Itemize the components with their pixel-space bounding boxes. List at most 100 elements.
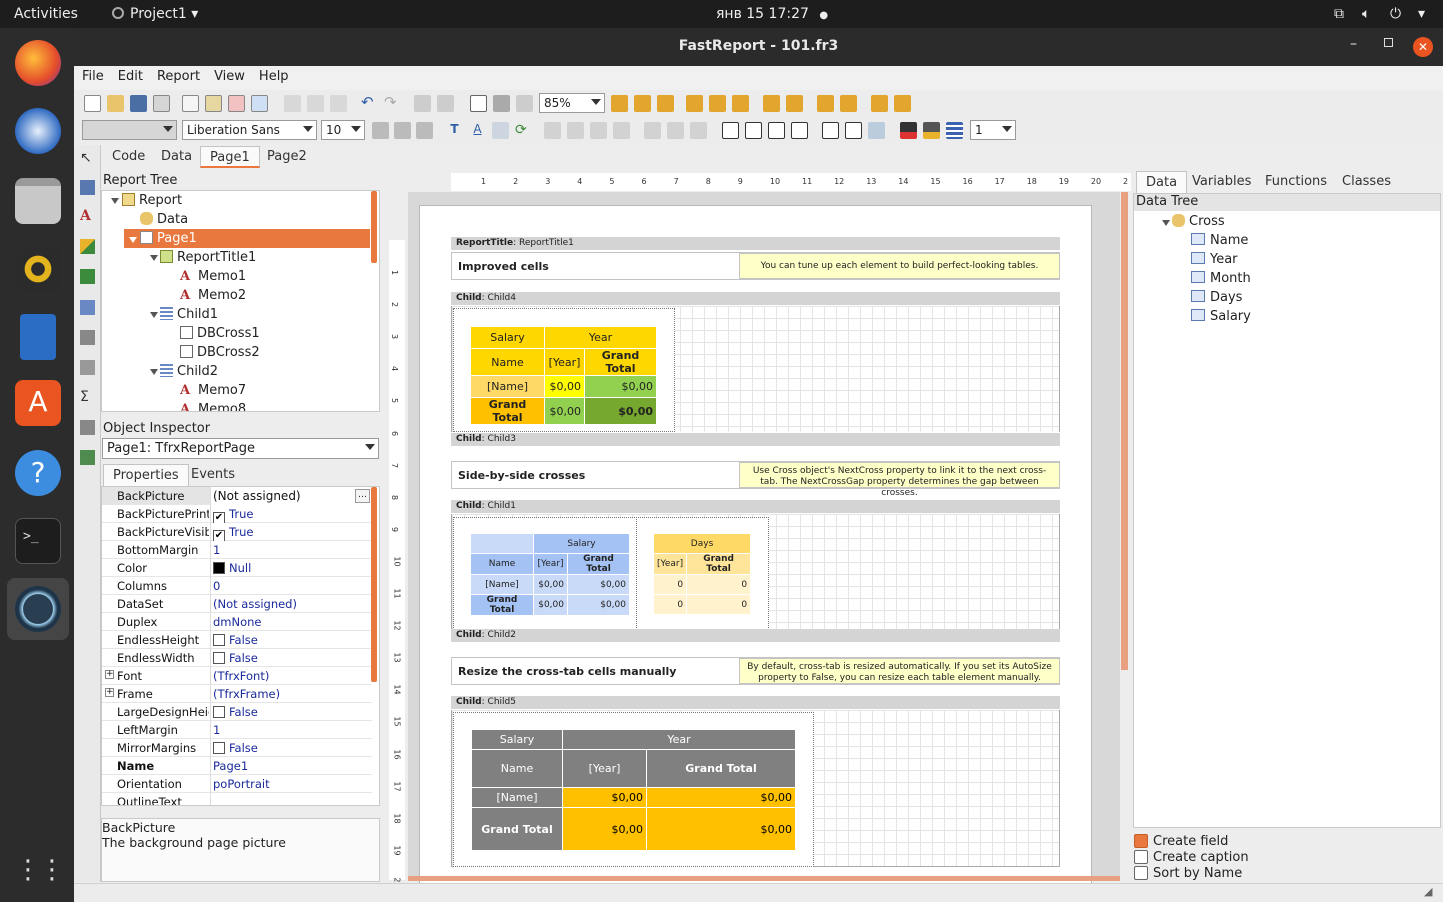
design-vscrollbar[interactable]: [1121, 192, 1128, 670]
cell[interactable]: Salary: [533, 533, 630, 554]
group-icon[interactable]: [414, 95, 431, 112]
text-align-center-icon[interactable]: [567, 122, 584, 139]
align-middle-icon[interactable]: [709, 95, 726, 112]
cell[interactable]: [Year]: [652, 553, 688, 575]
cell[interactable]: Salary: [470, 326, 545, 349]
tree-node-reporttitle1[interactable]: ReportTitle1: [160, 248, 256, 267]
frame-none-icon[interactable]: [845, 122, 862, 139]
new-dialog-icon[interactable]: [205, 95, 222, 112]
text-align-right-icon[interactable]: [590, 122, 607, 139]
text-bottom-icon[interactable]: [690, 122, 707, 139]
expand-icon[interactable]: [150, 255, 158, 261]
rhythmbox-icon[interactable]: [15, 246, 61, 292]
align-bottom-icon[interactable]: [732, 95, 749, 112]
object-select[interactable]: Page1: TfrxReportPage: [102, 438, 379, 459]
minimize-icon[interactable]: –: [1350, 36, 1357, 52]
cell[interactable]: [470, 533, 534, 554]
prop-row[interactable]: BackPictureVisible ✔ True: [102, 523, 372, 541]
terminal-icon[interactable]: >_: [15, 518, 61, 564]
cell[interactable]: [Year]: [562, 749, 647, 788]
prop-value[interactable]: (TfrxFrame): [210, 685, 372, 703]
cut-icon[interactable]: [284, 95, 301, 112]
copy-icon[interactable]: [307, 95, 324, 112]
expand-icon[interactable]: [150, 312, 158, 318]
checkbox-unchecked-icon[interactable]: [1134, 866, 1148, 880]
new-icon[interactable]: [84, 95, 101, 112]
cell[interactable]: [Name]: [470, 574, 534, 595]
highlight-icon[interactable]: [492, 122, 509, 139]
crosstab-icon[interactable]: [80, 360, 95, 375]
fill-color-icon[interactable]: [900, 122, 917, 139]
field-item[interactable]: Days: [1191, 290, 1242, 305]
prop-value[interactable]: (Not assigned): [210, 595, 372, 613]
align-left-icon[interactable]: [611, 95, 628, 112]
cell[interactable]: Year: [544, 326, 657, 349]
checkbox-checked-icon[interactable]: ✔: [213, 512, 225, 523]
checkbox-object-icon[interactable]: [80, 269, 95, 284]
dataset-cross[interactable]: Cross: [1172, 214, 1225, 229]
cell[interactable]: Grand Total: [470, 397, 545, 425]
tab-events[interactable]: Events: [182, 464, 244, 486]
prop-row[interactable]: BackPicturePrintable ✔ True: [102, 505, 372, 523]
cell[interactable]: $0,00: [544, 397, 585, 425]
cell[interactable]: $0,00: [567, 574, 630, 595]
help-icon[interactable]: ?: [15, 450, 61, 496]
section-title[interactable]: Side-by-side crosses: [458, 469, 585, 482]
expand-plus-icon[interactable]: +: [105, 688, 114, 697]
shape-icon[interactable]: [80, 239, 95, 254]
cell[interactable]: 0: [652, 574, 688, 595]
tree-node-child1[interactable]: Child1: [160, 305, 218, 324]
expand-plus-icon[interactable]: +: [105, 670, 114, 679]
writer-icon[interactable]: [20, 314, 56, 360]
bold-icon[interactable]: [372, 122, 389, 139]
cell[interactable]: [Name]: [470, 375, 545, 398]
subreport-icon[interactable]: [80, 330, 95, 345]
cell[interactable]: $0,00: [646, 807, 796, 851]
same-height-icon[interactable]: [894, 95, 911, 112]
space-horizontal-icon[interactable]: [763, 95, 780, 112]
tree-node-child2[interactable]: Child2: [160, 362, 218, 381]
menu-file[interactable]: File: [74, 66, 110, 84]
cell[interactable]: Name: [471, 749, 563, 788]
prop-row[interactable]: EndlessHeight False: [102, 631, 372, 649]
expand-icon[interactable]: [150, 369, 158, 375]
text-justify-icon[interactable]: [613, 122, 630, 139]
cell[interactable]: Days: [652, 533, 752, 554]
align-right-icon[interactable]: [657, 95, 674, 112]
prop-value[interactable]: Page1: [210, 757, 372, 775]
prop-row[interactable]: DataSet (Not assigned): [102, 595, 372, 613]
tab-data[interactable]: Data: [152, 146, 201, 168]
band-header-child1[interactable]: Child: Child1: [451, 500, 1060, 513]
band-header-reporttitle[interactable]: ReportTitle: ReportTitle1: [451, 237, 1060, 250]
tree-node-page1[interactable]: Page1: [124, 229, 370, 248]
props-hscrollbar[interactable]: [102, 805, 370, 806]
center-vertical-icon[interactable]: [840, 95, 857, 112]
tree-node-data[interactable]: Data: [140, 210, 188, 229]
tab-code[interactable]: Code: [103, 146, 154, 168]
field-item[interactable]: Year: [1191, 252, 1238, 267]
prop-value[interactable]: dmNone: [210, 613, 372, 631]
clock[interactable]: янв 15 17:27 ●: [716, 6, 828, 22]
props-scrollbar[interactable]: [371, 487, 377, 682]
tree-node-memo2[interactable]: A Memo2: [180, 286, 246, 305]
align-top-icon[interactable]: [686, 95, 703, 112]
prop-row[interactable]: + Font (TfrxFont): [102, 667, 372, 685]
app-menu[interactable]: Project1 ▾: [112, 6, 198, 22]
checkbox-unchecked-icon[interactable]: [213, 706, 225, 718]
align-center-icon[interactable]: [634, 95, 651, 112]
style-select[interactable]: [82, 120, 177, 140]
crosstab-3[interactable]: Salary Year Name [Year] Grand Total [Name] $…: [453, 712, 814, 867]
rotate-icon[interactable]: ⟳: [515, 122, 532, 139]
checkbox-unchecked-icon[interactable]: [1134, 850, 1148, 864]
prop-row[interactable]: LargeDesignHeight False: [102, 703, 372, 721]
prop-row[interactable]: BottomMargin 1: [102, 541, 372, 559]
prop-value[interactable]: (Not assigned): [210, 487, 372, 505]
checkbox-unchecked-icon[interactable]: [213, 652, 225, 664]
cell[interactable]: Salary: [471, 729, 563, 750]
frame-left-icon[interactable]: [768, 122, 785, 139]
prop-value[interactable]: False: [210, 703, 372, 721]
sum-icon[interactable]: Σ: [80, 390, 95, 405]
prop-row[interactable]: Name Page1: [102, 757, 372, 775]
cell[interactable]: $0,00: [533, 594, 568, 616]
checkbox-checked-icon[interactable]: [1134, 834, 1148, 848]
